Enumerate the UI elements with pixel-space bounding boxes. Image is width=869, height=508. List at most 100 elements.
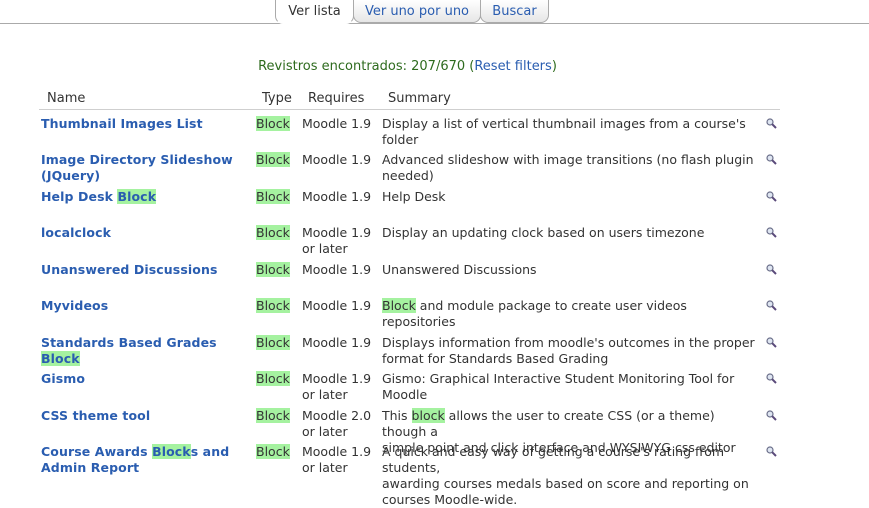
summary-text: Gismo: Graphical Interactive Student Mon…: [382, 371, 735, 402]
records-found-close: ): [551, 59, 557, 74]
plugin-name-link[interactable]: Gismo: [41, 371, 246, 387]
requires-text: or later: [302, 424, 348, 439]
zoom-icon[interactable]: [766, 154, 777, 165]
summary-text: awarding courses medals based on score a…: [382, 476, 749, 491]
zoom-icon[interactable]: [766, 118, 777, 129]
type-cell: Block: [256, 298, 290, 314]
summary-cell: Display a list of vertical thumbnail ima…: [382, 116, 762, 148]
requires-text: Moodle 1.9: [302, 371, 372, 386]
plugin-name-text: Image Directory Slideshow: [41, 152, 233, 167]
zoom-icon[interactable]: [766, 191, 777, 202]
type-cell: Block: [256, 225, 290, 241]
type-badge: Block: [256, 152, 290, 167]
requires-cell: Moodle 1.9 or later: [302, 444, 377, 476]
table-header: Name Type Requires Summary: [39, 88, 780, 110]
plugin-name-link[interactable]: Course Awards Blocks and Admin Report: [41, 444, 246, 476]
summary-text: Displays information from moodle's outco…: [382, 335, 755, 350]
zoom-icon[interactable]: [766, 337, 777, 348]
records-found: Revistros encontrados: 207/670 (Reset fi…: [0, 59, 815, 74]
plugin-name-link[interactable]: Myvideos: [41, 298, 246, 314]
summary-cell: Unanswered Discussions: [382, 262, 762, 278]
requires-text: Moodle 1.9: [302, 152, 372, 167]
summary-cell: Gismo: Graphical Interactive Student Mon…: [382, 371, 762, 403]
summary-text: format for Standards Based Grading: [382, 351, 609, 366]
zoom-icon[interactable]: [766, 300, 777, 311]
zoom-icon[interactable]: [766, 446, 777, 457]
requires-text: or later: [302, 387, 348, 402]
summary-cell: Displays information from moodle's outco…: [382, 335, 762, 367]
requires-text: Moodle 1.9: [302, 335, 372, 350]
summary-text: needed): [382, 168, 434, 183]
plugin-name-text: Standards Based Grades: [41, 335, 217, 350]
summary-cell: Help Desk: [382, 189, 762, 205]
summary-cell: Display an updating clock based on users…: [382, 225, 762, 241]
type-cell: Block: [256, 408, 290, 424]
type-badge: Block: [256, 371, 290, 386]
plugin-name-text: (JQuery): [41, 168, 101, 183]
tab-ver-uno-por-uno[interactable]: Ver uno por uno: [353, 0, 481, 23]
requires-text: or later: [302, 460, 348, 475]
plugin-name-text: Block: [117, 189, 157, 204]
zoom-icon[interactable]: [766, 264, 777, 275]
type-badge: Block: [256, 335, 290, 350]
requires-cell: Moodle 1.9: [302, 335, 377, 351]
requires-text: Moodle 1.9: [302, 189, 372, 204]
summary-text: A quick and easy way of getting a course…: [382, 444, 725, 475]
tab-bar: Ver lista Ver uno por uno Buscar: [0, 0, 869, 24]
requires-cell: Moodle 1.9: [302, 262, 377, 278]
reset-filters-link[interactable]: Reset filters: [474, 59, 551, 74]
tab-buscar[interactable]: Buscar: [480, 0, 549, 23]
summary-text: Help Desk: [382, 189, 446, 204]
requires-text: Moodle 1.9: [302, 262, 372, 277]
records-found-text: Revistros encontrados: 207/670 (: [258, 59, 475, 74]
type-badge: Block: [256, 225, 290, 240]
type-badge: Block: [256, 116, 290, 131]
plugin-name-text: Gismo: [41, 371, 86, 386]
type-badge: Block: [256, 298, 290, 313]
zoom-icon[interactable]: [766, 373, 777, 384]
type-cell: Block: [256, 152, 290, 168]
type-cell: Block: [256, 371, 290, 387]
type-badge: Block: [256, 189, 290, 204]
plugin-name-text: Block: [152, 444, 191, 459]
summary-cell: Block and module package to create user …: [382, 298, 762, 330]
plugin-name-text: s and: [190, 444, 230, 459]
plugin-name-text: Admin Report: [41, 460, 140, 475]
requires-text: Moodle 1.9: [302, 225, 372, 240]
type-cell: Block: [256, 335, 290, 351]
col-summary-header[interactable]: Summary: [388, 91, 451, 106]
summary-text: Advanced slideshow with image transition…: [382, 152, 754, 167]
plugin-name-link[interactable]: CSS theme tool: [41, 408, 246, 424]
type-badge: Block: [256, 408, 290, 423]
requires-cell: Moodle 1.9: [302, 152, 377, 168]
plugin-name-link[interactable]: Standards Based Grades Block: [41, 335, 246, 367]
requires-text: Moodle 1.9: [302, 298, 372, 313]
col-type-header[interactable]: Type: [262, 91, 292, 106]
zoom-icon[interactable]: [766, 227, 777, 238]
plugin-name-text: Unanswered Discussions: [41, 262, 218, 277]
requires-cell: Moodle 1.9: [302, 189, 377, 205]
col-name-header[interactable]: Name: [47, 91, 85, 106]
plugin-name-link[interactable]: localclock: [41, 225, 246, 241]
plugin-name-text: Myvideos: [41, 298, 109, 313]
tab-baseline: [0, 23, 869, 24]
type-badge: Block: [256, 444, 290, 459]
zoom-icon[interactable]: [766, 410, 777, 421]
plugin-name-link[interactable]: Image Directory Slideshow (JQuery): [41, 152, 246, 184]
plugin-name-text: Course Awards: [41, 444, 153, 459]
col-requires-header[interactable]: Requires: [308, 91, 364, 106]
type-cell: Block: [256, 116, 290, 132]
plugin-name-link[interactable]: Thumbnail Images List: [41, 116, 246, 132]
requires-text: Moodle 1.9: [302, 444, 372, 459]
type-cell: Block: [256, 444, 290, 460]
requires-text: Moodle 1.9: [302, 116, 372, 131]
summary-text: Block: [382, 298, 416, 313]
summary-cell: Advanced slideshow with image transition…: [382, 152, 762, 184]
plugin-name-link[interactable]: Unanswered Discussions: [41, 262, 246, 278]
plugin-name-link[interactable]: Help Desk Block: [41, 189, 246, 205]
summary-text: courses Moodle-wide.: [382, 492, 518, 507]
requires-cell: Moodle 1.9 or later: [302, 371, 377, 403]
tab-ver-lista[interactable]: Ver lista: [275, 0, 354, 24]
requires-cell: Moodle 1.9 or later: [302, 225, 377, 257]
plugin-name-text: Help Desk: [41, 189, 118, 204]
